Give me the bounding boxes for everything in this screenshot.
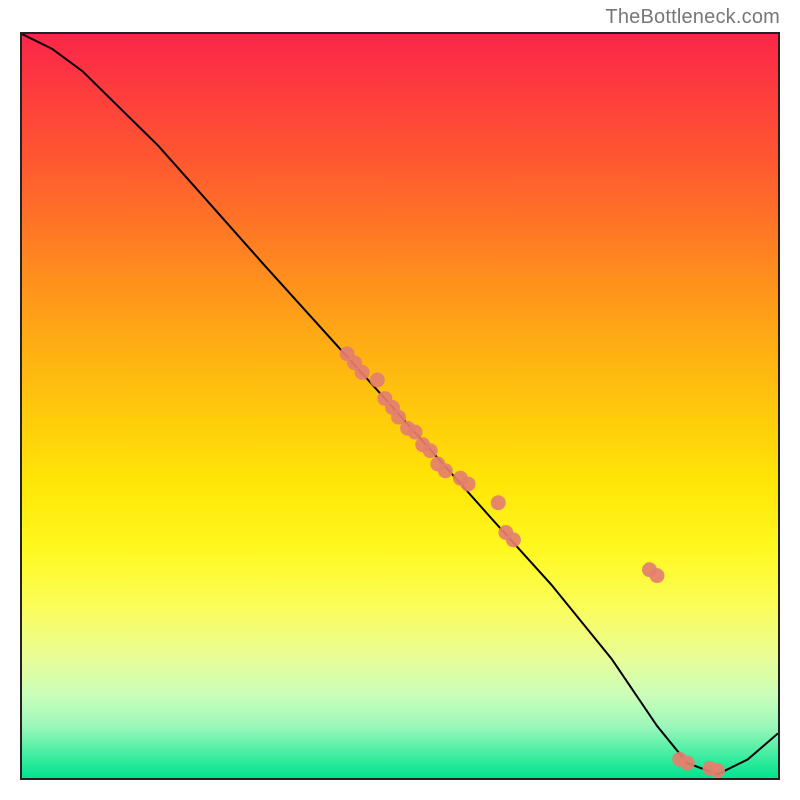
- benchmark-dot: [438, 463, 453, 478]
- benchmark-dot: [680, 756, 695, 771]
- benchmark-dot: [506, 532, 521, 547]
- chart-container: TheBottleneck.com: [0, 0, 800, 800]
- benchmark-dot: [461, 477, 476, 492]
- benchmark-dot: [491, 495, 506, 510]
- benchmark-dot: [370, 372, 385, 387]
- plot-area: [20, 32, 780, 780]
- benchmark-dot: [408, 425, 423, 440]
- bottleneck-curve: [22, 34, 778, 774]
- benchmark-dot: [423, 443, 438, 458]
- benchmark-dot: [650, 568, 665, 583]
- watermark-text: TheBottleneck.com: [605, 6, 780, 29]
- benchmark-dot: [355, 365, 370, 380]
- benchmark-dot: [710, 763, 725, 778]
- curve-svg: [22, 34, 778, 778]
